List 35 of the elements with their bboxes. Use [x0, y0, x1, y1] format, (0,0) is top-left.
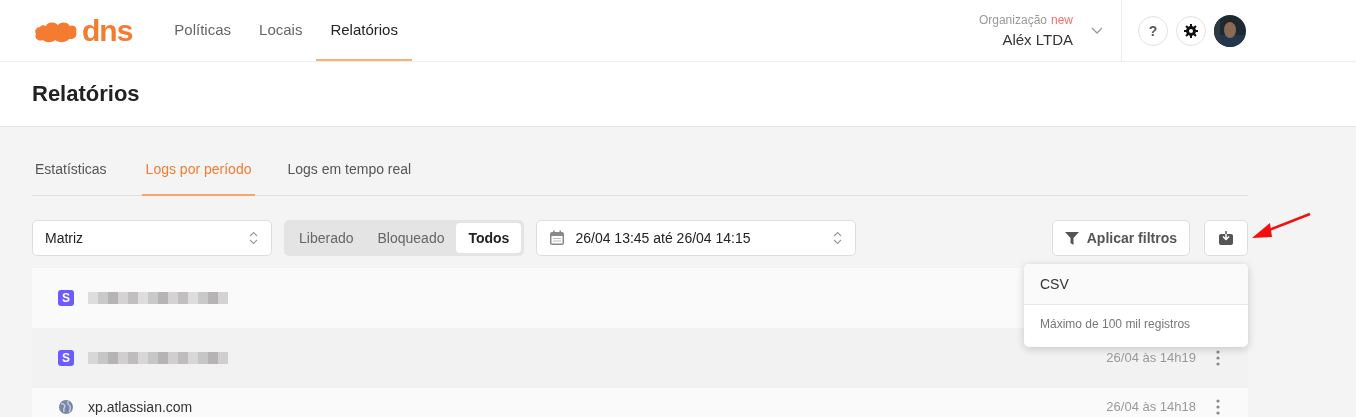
app-icon: S — [58, 350, 74, 366]
download-icon — [1219, 231, 1233, 245]
page-title: Relatórios — [32, 81, 140, 107]
status-option[interactable]: Todos — [456, 223, 522, 253]
organization-label: Organização — [978, 13, 1047, 27]
status-option[interactable]: Liberado — [287, 223, 366, 253]
globe-icon — [58, 399, 74, 415]
log-row[interactable]: xp.atlassian.com 26/04 às 14h18 — [32, 388, 1248, 417]
nav-link[interactable]: Políticas — [160, 0, 246, 61]
apply-filters-button[interactable]: Aplicar filtros — [1051, 220, 1190, 256]
time-text: 26/04 às 14h19 — [1106, 350, 1196, 366]
app-icon: S — [58, 290, 74, 306]
nav-link[interactable]: Locais — [245, 0, 317, 61]
settings-icon — [1184, 23, 1198, 38]
more-icon[interactable] — [1216, 399, 1220, 415]
time-text: 26/04 às 14h18 — [1106, 399, 1196, 415]
download-button[interactable] — [1204, 220, 1248, 256]
status-option[interactable]: Bloqueado — [365, 223, 457, 253]
location-select[interactable]: Matriz — [32, 220, 272, 256]
menu-item[interactable]: CSV — [1024, 264, 1248, 305]
sort-arrows-icon — [248, 231, 259, 245]
period-select[interactable]: 26/04 13:45 até 26/04 14:15 — [536, 220, 857, 256]
tab[interactable]: Logs em tempo real — [283, 143, 416, 196]
chevron-down-icon — [1091, 26, 1103, 35]
organization-name: Aléx LTDA — [1002, 31, 1073, 48]
filter-icon — [1064, 231, 1079, 245]
status-toggle[interactable]: Liberado Bloqueado Todos — [284, 220, 525, 256]
sort-arrows-icon — [832, 231, 844, 245]
organization-selector[interactable]: Organização new Aléx LTDA — [978, 0, 1122, 61]
new-label: new — [1051, 13, 1073, 27]
more-icon[interactable] — [1216, 350, 1220, 366]
logo-text: dns — [82, 15, 133, 46]
calendar-icon — [549, 230, 566, 246]
tab[interactable]: Estatísticas — [32, 143, 125, 196]
domain-text: xp.atlassian.com — [88, 399, 193, 415]
